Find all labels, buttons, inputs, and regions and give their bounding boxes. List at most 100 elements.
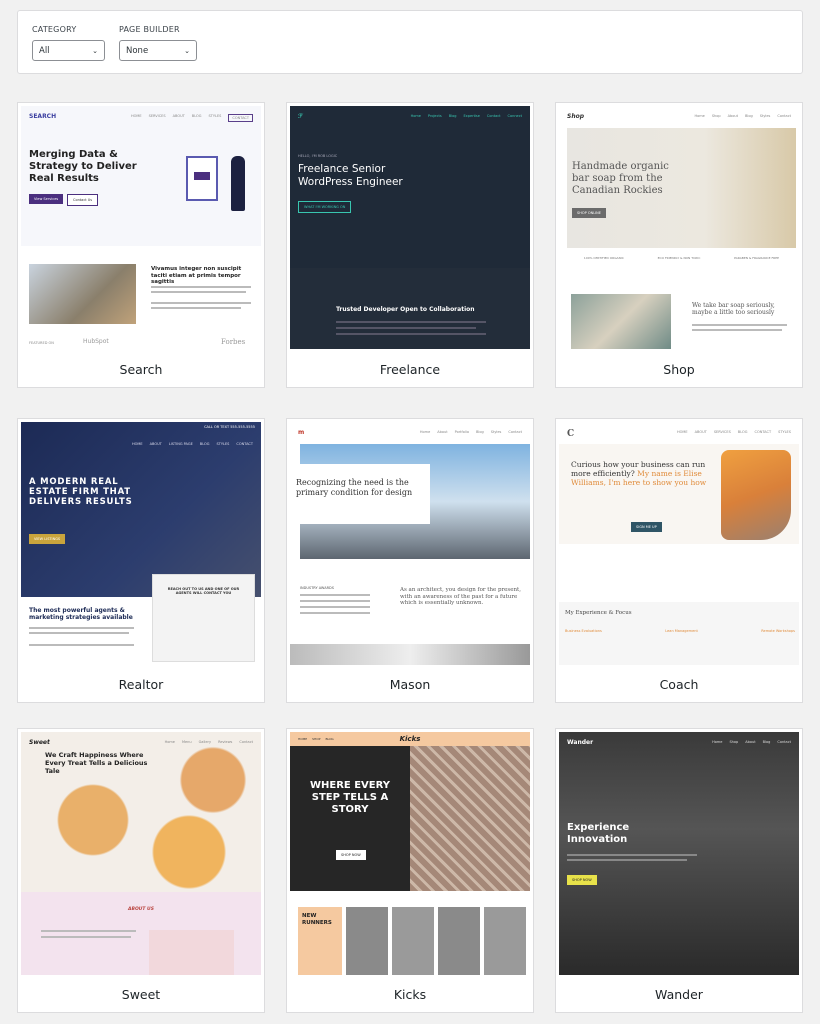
thumb-nav-item: Contact <box>508 430 522 434</box>
template-name[interactable]: Coach <box>556 677 802 692</box>
thumb-nav-item: STYLES <box>208 114 222 118</box>
thumb-button: SHOP ONLINE <box>572 208 607 218</box>
page-builder-select[interactable]: None ⌄ <box>119 40 197 61</box>
thumb-headline: Recognizing the need is the primary cond… <box>296 478 413 497</box>
thumb-subheading: Trusted Developer Open to Collaboration <box>336 306 475 313</box>
thumb-nav-item: Home <box>694 114 705 118</box>
coach-photo <box>721 450 791 540</box>
template-name[interactable]: Kicks <box>287 987 533 1002</box>
thumb-nav-item: BLOG <box>199 442 210 446</box>
thumb-nav-item: Reviews <box>218 740 233 744</box>
thumb-button: SIGN ME UP <box>631 522 662 532</box>
thumb-headline: Freelance Senior WordPress Engineer <box>298 163 403 188</box>
illustration-person <box>231 156 245 211</box>
template-name[interactable]: Search <box>18 362 264 377</box>
template-thumbnail[interactable]: Shop Home Shop About Blog Styles Contact Hand… <box>559 106 799 349</box>
thumb-nav-item: LISTING PAGE <box>168 442 193 446</box>
thumb-nav-item: ABOUT <box>149 442 162 446</box>
flower-photo <box>149 930 234 975</box>
thumb-nav-item: HOME <box>298 737 308 741</box>
template-name[interactable]: Sweet <box>18 987 264 1002</box>
template-thumbnail[interactable]: CALL OR TEXT 555-555-5555 HOME ABOUT LISTI… <box>21 422 261 665</box>
thumb-nav-item: ECO FRIENDLY & NON TOXIC <box>657 256 701 260</box>
thumb-headline: Experience Innovation <box>567 822 630 845</box>
template-thumbnail[interactable]: m Home About Portfolio Blog Styles Contact Re… <box>290 422 530 665</box>
template-thumbnail[interactable]: ℱ Home Projects Blog Expertise Contact Connec… <box>290 106 530 349</box>
thumb-subheading: We take bar soap seriously, maybe a litt… <box>692 302 775 317</box>
thumb-nav-item: Blog <box>448 114 457 118</box>
thumb-subheading: NEW RUNNERS <box>302 913 332 926</box>
thumb-button: VIEW LISTINGS <box>29 534 66 544</box>
template-card-shop[interactable]: Shop Home Shop About Blog Styles Contact Hand… <box>555 102 803 388</box>
thumb-nav-item: Contact <box>239 740 253 744</box>
thumb-nav-item: Shop <box>729 740 739 744</box>
office-photo <box>29 264 136 324</box>
thumb-nav-item: Blog <box>476 430 484 434</box>
template-thumbnail[interactable]: C HOME ABOUT SERVICES BLOG CONTACT STYLES Cur… <box>559 422 799 665</box>
brand-logo: Forbes <box>221 338 246 346</box>
page-builder-filter: PAGE BUILDER None ⌄ <box>119 25 197 61</box>
template-card-freelance[interactable]: ℱ Home Projects Blog Expertise Contact Connec… <box>286 102 534 388</box>
template-thumbnail[interactable]: Kicks HOME SHOP BLOG WHERE EVERY STEP TELL… <box>290 732 530 975</box>
soap-photo <box>571 294 671 349</box>
thumb-button: View Services <box>29 194 64 204</box>
thumb-nav-item: Contact <box>777 740 791 744</box>
thumb-nav-item: Home <box>419 430 431 434</box>
template-thumbnail[interactable]: Sweet Home Menu Gallery Reviews Contact We C… <box>21 732 261 975</box>
thumb-logo: Shop <box>567 113 585 120</box>
template-card-mason[interactable]: m Home About Portfolio Blog Styles Contact Re… <box>286 418 534 703</box>
thumb-tag: HELLO, I'M ROB LOGIC <box>298 154 338 158</box>
thumb-nav-item: Gallery <box>198 740 212 744</box>
template-card-wander[interactable]: Wander Home Shop About Blog Contact Experien… <box>555 728 803 1013</box>
thumb-nav-item: Styles <box>490 430 502 434</box>
thumb-nav-item: About <box>745 740 756 744</box>
page-builder-label: PAGE BUILDER <box>119 25 180 34</box>
template-name[interactable]: Wander <box>556 987 802 1002</box>
thumb-nav-item: SERVICES <box>148 114 166 118</box>
chevron-down-icon: ⌄ <box>92 46 98 55</box>
template-card-search[interactable]: SEARCH HOME SERVICES ABOUT BLOG STYLES CONTAC… <box>17 102 265 388</box>
thumb-nav-item: About <box>727 114 738 118</box>
thumb-nav-item: Menu <box>181 740 192 744</box>
thumb-quote: As an architect, you design for the pres… <box>400 587 521 607</box>
thumb-nav-item: Business Evaluations <box>565 629 602 633</box>
thumb-nav-item: Contact <box>486 114 501 118</box>
pavement-photo <box>410 746 530 891</box>
template-card-coach[interactable]: C HOME ABOUT SERVICES BLOG CONTACT STYLES Cur… <box>555 418 803 703</box>
thumb-nav-item: BLOG <box>325 737 334 741</box>
thumb-nav-item: Connect <box>507 114 522 118</box>
thumb-nav-item: Contact <box>777 114 791 118</box>
thumb-logo-icon: m <box>298 429 305 436</box>
template-name[interactable]: Freelance <box>287 362 533 377</box>
template-thumbnail[interactable]: SEARCH HOME SERVICES ABOUT BLOG STYLES CONTAC… <box>21 106 261 349</box>
thumb-nav-item: BLOG <box>737 430 748 434</box>
illustration <box>186 156 218 201</box>
thumb-button: WHAT I'M WORKING ON <box>298 201 352 213</box>
template-card-kicks[interactable]: Kicks HOME SHOP BLOG WHERE EVERY STEP TELL… <box>286 728 534 1013</box>
thumb-nav-item: PARABEN & FRAGRANCE FREE <box>734 256 780 260</box>
thumb-button: Contact Us <box>67 194 99 206</box>
thumb-nav-item: CONTACT <box>236 442 253 446</box>
thumb-button: SHOP NOW <box>336 850 366 860</box>
thumb-nav-item: Remote Workshops <box>761 629 795 633</box>
category-select[interactable]: All ⌄ <box>32 40 105 61</box>
template-card-sweet[interactable]: Sweet Home Menu Gallery Reviews Contact We C… <box>17 728 265 1013</box>
thumb-nav-item: CONTACT <box>754 430 772 434</box>
thumb-topbar: CALL OR TEXT 555-555-5555 <box>204 425 255 429</box>
thumb-subheading: My Experience & Focus <box>565 610 632 616</box>
thumb-headline: A MODERN REAL ESTATE FIRM THAT DELIVERS … <box>29 477 133 508</box>
template-card-realtor[interactable]: CALL OR TEXT 555-555-5555 HOME ABOUT LISTI… <box>17 418 265 703</box>
thumb-nav-item: HOME <box>132 442 143 446</box>
thumb-headline: Handmade organic bar soap from the Canad… <box>572 161 669 196</box>
thumb-button: SHOP NOW <box>567 875 597 885</box>
thumb-nav-item: Expertise <box>463 114 480 118</box>
template-name[interactable]: Shop <box>556 362 802 377</box>
thumb-nav-item: Styles <box>759 114 771 118</box>
thumb-subheading: The most powerful agents & marketing str… <box>29 607 133 622</box>
template-thumbnail[interactable]: Wander Home Shop About Blog Contact Experien… <box>559 732 799 975</box>
thumb-nav-item: BLOG <box>191 114 202 118</box>
thumb-headline: Merging Data & Strategy to Deliver Real … <box>29 149 137 184</box>
thumb-nav-item: Shop <box>711 114 721 118</box>
template-name[interactable]: Realtor <box>18 677 264 692</box>
template-name[interactable]: Mason <box>287 677 533 692</box>
